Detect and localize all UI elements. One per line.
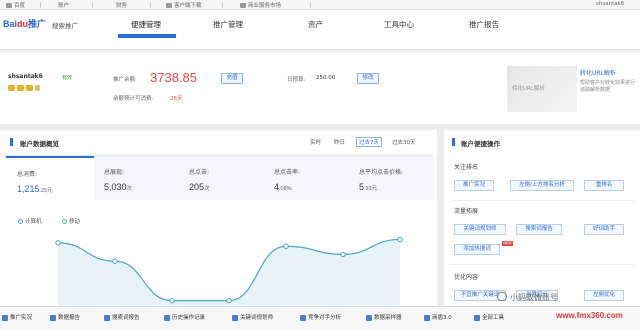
tool-data-report[interactable]: 数据报告 [50, 313, 80, 321]
product-name: 搜索推广 [52, 22, 78, 30]
search-icon [104, 314, 110, 321]
tool-search-term-report[interactable]: 搜索词报告 [104, 313, 140, 321]
search-term-report-button[interactable]: 搜索词报告 [516, 224, 562, 235]
budget-value: 250.00 [316, 75, 336, 81]
balance-value: 3738.85 [150, 70, 197, 85]
history-icon [164, 314, 170, 321]
topbar-account-link[interactable]: 账户 [58, 1, 69, 9]
nav-tab-convenient[interactable]: 便捷管理 [131, 19, 161, 30]
nav-tab-promotion[interactable]: 推广管理 [213, 19, 243, 30]
nav-tab-reports[interactable]: 推广报告 [469, 19, 499, 30]
home-icon [6, 3, 12, 8]
topbar-finance-link[interactable]: 财务 [116, 1, 127, 9]
tool-live-preview[interactable]: 推广实况 [2, 313, 32, 321]
baidu-logo[interactable]: Baidu推广 [3, 17, 46, 30]
topbar-user[interactable]: shsantak6 [596, 1, 624, 7]
data-point-1[interactable] [112, 258, 118, 264]
competitor-icon [300, 314, 306, 321]
crown-icon [26, 85, 33, 91]
download-icon [166, 3, 172, 8]
grid-icon [474, 314, 480, 321]
status-badge: 有效 [62, 75, 73, 81]
active-tab-indicator [118, 34, 176, 38]
range-realtime[interactable]: 实时 [310, 138, 321, 146]
metric-cost[interactable]: 总消费: 1,215.25元 [6, 156, 94, 201]
trend-chart [55, 236, 403, 306]
promo-title-link[interactable]: 转化URL解析 [580, 68, 616, 77]
left-optimize-button[interactable]: 左侧优化 [584, 290, 624, 301]
legend-computer[interactable]: 计算机 [18, 217, 42, 225]
days-label: 余额预计可消费: [113, 96, 154, 102]
keyword-helper-button[interactable]: 好词助手 [584, 224, 624, 235]
account-name: shsantak6 [8, 73, 43, 80]
rerank-button[interactable]: 重排名 [584, 180, 624, 191]
tool-history[interactable]: 历史操作记录 [164, 313, 205, 321]
crown-icon [8, 85, 15, 91]
topbar-download-link[interactable]: 客户端下载 [166, 1, 202, 9]
ranking-analysis-button[interactable]: 左侧/上方排名分析 [510, 180, 574, 191]
wechat-icon [497, 292, 507, 301]
account-level [8, 85, 42, 93]
quick-actions-title: 账户便捷操作 [461, 140, 500, 148]
live-icon [2, 314, 8, 321]
watermark-name: 小蚂蚁微账号 [510, 293, 558, 302]
crown-icon [17, 85, 24, 91]
metric-clicks[interactable]: 总点击: 205次 [179, 156, 264, 201]
topbar-market-link[interactable]: 商业服务市场 [240, 1, 281, 9]
hot-keywords-button[interactable]: 添加热搜词 [454, 244, 500, 255]
range-7days[interactable]: 过去7天 [356, 137, 382, 147]
live-preview-button[interactable]: 推广实况 [454, 180, 494, 191]
legend-dot-icon [62, 219, 67, 224]
range-30days[interactable]: 过去30天 [392, 138, 416, 146]
planner-icon [232, 314, 238, 321]
metrics-row: 总消费: 1,215.25元 总展现: 5,030次 总点击: 205次 总点击… [6, 155, 434, 201]
data-point-4[interactable] [283, 243, 289, 249]
edit-budget-button[interactable]: 修改 [357, 73, 379, 84]
shield-icon [424, 314, 430, 321]
tool-data-sampler[interactable]: 数据采样器 [366, 313, 402, 321]
days-value: 26天 [170, 96, 183, 102]
title-accent [452, 138, 455, 146]
metric-impressions[interactable]: 总展现: 5,030次 [94, 156, 179, 201]
main-header [0, 10, 640, 50]
data-point-6[interactable] [397, 236, 403, 243]
topbar-home-link[interactable]: 百度 [6, 1, 25, 9]
keyword-planner-button[interactable]: 关键词规划师 [454, 224, 506, 235]
legend-dot-icon [18, 219, 23, 224]
data-point-0[interactable] [55, 240, 61, 246]
promo-banner-text: 转化URL解析 [512, 86, 545, 92]
legend-mobile[interactable]: 移动 [62, 217, 80, 225]
tool-shangdun[interactable]: 商盾3.0 [424, 313, 452, 321]
top-bar: 百度 账户 财务 客户端下载 商业服务市场 shsantak6 [0, 0, 640, 10]
flag-icon [35, 85, 40, 91]
metric-avg-cpc[interactable]: 总平均点击价格: 5.93元 [349, 156, 434, 201]
series-area [58, 239, 400, 306]
budget-label: 日预算: [287, 77, 306, 83]
metric-ctr[interactable]: 总点击率: 4.08% [264, 156, 349, 201]
watermark-url: www.fmx360.com [556, 311, 623, 320]
section-ranking-title: 关注排名 [454, 164, 479, 171]
tool-keyword-planner[interactable]: 关键词规划师 [232, 313, 273, 321]
tool-competitor[interactable]: 竞争对手分析 [300, 313, 341, 321]
data-point-3[interactable] [226, 297, 232, 304]
nav-tab-tools[interactable]: 工具中心 [384, 19, 414, 30]
market-icon [240, 3, 246, 8]
tool-all[interactable]: 全部工具 [474, 313, 504, 321]
sampler-icon [366, 314, 372, 321]
data-point-5[interactable] [340, 251, 346, 258]
overview-title: 账户数据概览 [20, 140, 59, 148]
recharge-button[interactable]: 充值 [221, 73, 243, 84]
report-icon [50, 314, 56, 321]
promo-description: 帮助客户对转化效果进行追踪解析数据 [580, 80, 636, 93]
nav-tab-assets[interactable]: 资产 [308, 19, 323, 30]
section-optimize-title: 优化内容 [454, 274, 479, 281]
balance-label: 推广余额: [113, 77, 137, 83]
data-point-2[interactable] [169, 297, 175, 304]
title-accent [10, 138, 13, 146]
new-badge: NEW [502, 241, 513, 246]
range-yesterday[interactable]: 昨日 [334, 138, 345, 146]
section-traffic-title: 流量拓展 [454, 208, 479, 215]
